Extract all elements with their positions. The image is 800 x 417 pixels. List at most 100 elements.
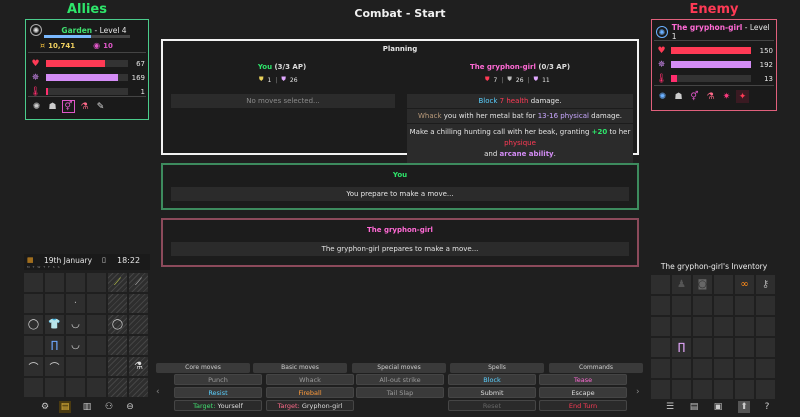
inventory-slot[interactable]: ∏ <box>45 336 64 355</box>
inventory-slot[interactable]: ∏ <box>672 338 691 357</box>
move-resist[interactable]: Resist <box>174 387 262 398</box>
target-yourself[interactable]: Target: Yourself <box>174 400 262 411</box>
inventory-slot[interactable]: ◡ <box>66 315 85 334</box>
inventory-slot[interactable] <box>651 359 670 378</box>
inventory-slot[interactable]: ◙ <box>693 275 712 294</box>
inventory-slot[interactable]: ⌒ <box>45 357 64 376</box>
inventory-slot[interactable] <box>693 359 712 378</box>
inventory-slot[interactable] <box>87 357 106 376</box>
inventory-slot[interactable] <box>108 357 127 376</box>
journal-icon[interactable]: ▤ <box>59 401 71 413</box>
inventory-slot[interactable]: ◯ <box>108 315 127 334</box>
tab-commands[interactable]: Commands <box>549 363 643 373</box>
spiral-status-icon[interactable]: ✺ <box>30 100 43 113</box>
inventory-slot[interactable] <box>651 296 670 315</box>
inventory-slot[interactable] <box>651 275 670 294</box>
body-status-icon[interactable]: ☗ <box>672 90 685 103</box>
inventory-list-icon[interactable]: ☰ <box>664 401 676 413</box>
move-fireball[interactable]: Fireball <box>266 387 354 398</box>
move-tease[interactable]: Tease <box>539 374 627 385</box>
move-reset[interactable]: Reset <box>448 400 536 411</box>
inventory-slot[interactable] <box>87 378 106 397</box>
enemy-name[interactable]: The gryphon-girl <box>672 23 743 32</box>
inventory-slot[interactable] <box>651 380 670 399</box>
inventory-slot[interactable]: · <box>66 294 85 313</box>
tab-special-moves[interactable]: Special moves <box>352 363 446 373</box>
inventory-slot[interactable]: 👕 <box>45 315 64 334</box>
inventory-slot[interactable] <box>87 315 106 334</box>
move-punch[interactable]: Punch <box>174 374 262 385</box>
gender-status-icon[interactable]: ⚥ <box>62 100 75 113</box>
inventory-save-icon[interactable]: ▣ <box>712 401 724 413</box>
inventory-slot[interactable] <box>24 378 43 397</box>
move-all-out-strike[interactable]: All-out strike <box>356 374 444 385</box>
inventory-slot[interactable] <box>87 336 106 355</box>
inventory-slot[interactable] <box>672 296 691 315</box>
inventory-slot[interactable] <box>108 294 127 313</box>
inventory-slot[interactable]: ◡ <box>66 336 85 355</box>
inventory-slot[interactable]: ♟ <box>672 275 691 294</box>
inventory-slot[interactable] <box>672 359 691 378</box>
ally-card[interactable]: ✺ Garden - Level 4 ¤ 10,741 ◉ 10 ♥ 67 ✵ … <box>25 19 149 120</box>
inventory-slot[interactable] <box>66 378 85 397</box>
inventory-slot[interactable]: ⚷ <box>756 275 775 294</box>
inventory-slot[interactable] <box>672 317 691 336</box>
inventory-slot[interactable] <box>714 317 733 336</box>
inventory-slot[interactable] <box>714 296 733 315</box>
inventory-notes-icon[interactable]: ▤ <box>688 401 700 413</box>
inventory-slot[interactable] <box>756 380 775 399</box>
inventory-slot[interactable] <box>756 359 775 378</box>
inventory-slot[interactable] <box>693 338 712 357</box>
inventory-unknown-icon[interactable]: ? <box>761 401 773 413</box>
body-status-icon[interactable]: ☗ <box>46 100 59 113</box>
inventory-slot[interactable]: ⚗ <box>129 357 148 376</box>
move-end-turn[interactable]: End Turn <box>539 400 627 411</box>
inventory-slot[interactable] <box>693 380 712 399</box>
inventory-slot[interactable]: ⟋ <box>129 273 148 292</box>
inventory-upload-icon[interactable]: ⬆ <box>738 401 750 413</box>
inventory-slot[interactable] <box>24 273 43 292</box>
inventory-slot[interactable] <box>756 296 775 315</box>
minimize-icon[interactable]: ⊖ <box>124 401 136 413</box>
inventory-slot[interactable] <box>129 294 148 313</box>
inventory-slot[interactable] <box>45 378 64 397</box>
inventory-slot[interactable] <box>714 338 733 357</box>
inventory-slot[interactable] <box>66 357 85 376</box>
enemy-move-whack[interactable]: Whack you with her metal bat for 13-16 p… <box>407 109 633 123</box>
potion-status-icon[interactable]: ⚗ <box>704 90 717 103</box>
inventory-slot[interactable] <box>45 294 64 313</box>
enemy-card[interactable]: ✺ The gryphon-girl - Level 1 ♥ 150 ✵ 192… <box>651 19 777 111</box>
enemy-move-block[interactable]: Block 7 health damage. <box>407 94 633 108</box>
inventory-slot[interactable] <box>756 338 775 357</box>
inventory-slot[interactable] <box>756 317 775 336</box>
inventory-slot[interactable]: ⟋ <box>108 273 127 292</box>
inventory-slot[interactable] <box>651 338 670 357</box>
inventory-slot[interactable]: ⌒ <box>24 357 43 376</box>
inventory-slot[interactable] <box>714 275 733 294</box>
inventory-slot[interactable] <box>129 336 148 355</box>
enemy-move-call[interactable]: Make a chilling hunting call with her be… <box>407 124 633 163</box>
inventory-slot[interactable] <box>714 380 733 399</box>
inventory-slot[interactable] <box>651 317 670 336</box>
move-submit[interactable]: Submit <box>448 387 536 398</box>
inventory-slot[interactable] <box>735 359 754 378</box>
potion-status-icon[interactable]: ⚗ <box>78 100 91 113</box>
moves-left-arrow[interactable]: ‹ <box>156 387 160 397</box>
spiral-status-icon[interactable]: ✺ <box>656 90 669 103</box>
inventory-slot[interactable] <box>129 378 148 397</box>
inventory-slot[interactable] <box>714 359 733 378</box>
inventory-slot[interactable]: ∞ <box>735 275 754 294</box>
inventory-slot[interactable] <box>108 378 127 397</box>
inventory-slot[interactable] <box>66 273 85 292</box>
feather-status-icon[interactable]: ✎ <box>94 100 107 113</box>
star-status-icon[interactable]: ✷ <box>720 90 733 103</box>
inventory-slot[interactable] <box>693 296 712 315</box>
gender-status-icon[interactable]: ⚥ <box>688 90 701 103</box>
move-escape[interactable]: Escape <box>539 387 627 398</box>
inventory-slot[interactable] <box>24 294 43 313</box>
inventory-slot[interactable] <box>735 338 754 357</box>
inventory-slot[interactable] <box>129 315 148 334</box>
settings-icon[interactable]: ⚙ <box>39 401 51 413</box>
inventory-slot[interactable] <box>87 273 106 292</box>
move-block[interactable]: Block <box>448 374 536 385</box>
